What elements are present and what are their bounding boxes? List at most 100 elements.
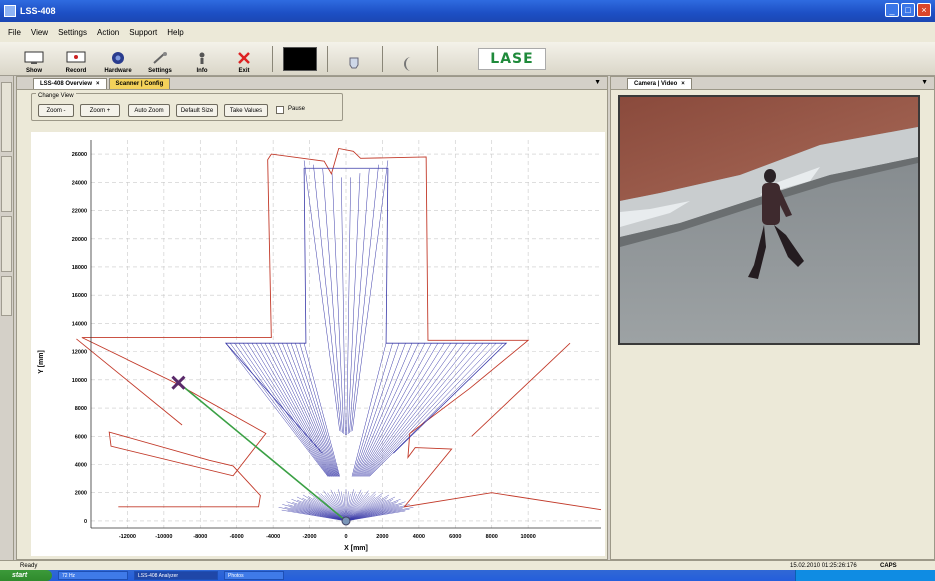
- status-ready: Ready: [20, 562, 38, 569]
- scan-beam: [367, 343, 490, 477]
- side-panel-tabs: [0, 76, 14, 560]
- exit-icon: [234, 50, 254, 66]
- side-tab-2[interactable]: [1, 156, 12, 212]
- scan-beam: [349, 168, 370, 433]
- record-icon: [66, 50, 86, 66]
- menu-support[interactable]: Support: [129, 28, 157, 37]
- toolbar-separator: [272, 45, 273, 72]
- monitor-icon: [24, 50, 44, 66]
- zoom-in-button[interactable]: Zoom +: [80, 104, 120, 117]
- tab-scanner-config[interactable]: Scanner | Config: [108, 78, 171, 89]
- y-tick-label: 0: [84, 519, 87, 525]
- side-tab-3[interactable]: [1, 216, 12, 272]
- taskbar-item[interactable]: Photos: [224, 571, 284, 580]
- menu-action[interactable]: Action: [97, 28, 119, 37]
- maximize-button[interactable]: □: [901, 3, 915, 17]
- title-bar: LSS-408 _ □ ×: [0, 0, 935, 22]
- pause-checkbox[interactable]: [276, 106, 284, 114]
- x-tick-label: 8000: [486, 534, 498, 540]
- y-axis-label: Y [mm]: [38, 350, 45, 374]
- scan-beam: [369, 342, 503, 477]
- exit-button[interactable]: Exit: [224, 44, 264, 74]
- tab-camera-video[interactable]: Camera | Video ×: [627, 78, 692, 89]
- auto-zoom-button[interactable]: Auto Zoom: [128, 104, 170, 117]
- menu-view[interactable]: View: [31, 28, 48, 37]
- lase-logo: LASE: [478, 47, 546, 70]
- x-tick-label: -4000: [266, 534, 280, 540]
- scan-beam: [357, 343, 426, 477]
- plot-grid: [91, 140, 601, 528]
- scan-beam: [264, 343, 335, 477]
- x-tick-label: 4000: [413, 534, 425, 540]
- pane-menu-arrow-icon[interactable]: ▼: [921, 79, 928, 86]
- info-button[interactable]: Info: [182, 44, 222, 74]
- moon-button[interactable]: [389, 44, 429, 74]
- minimize-button[interactable]: _: [885, 3, 899, 17]
- contour-line: [471, 342, 571, 437]
- close-tab-icon[interactable]: ×: [681, 81, 685, 87]
- scan-contour: [76, 147, 602, 511]
- light-button[interactable]: [334, 44, 374, 74]
- close-button[interactable]: ×: [917, 3, 931, 17]
- default-size-button[interactable]: Default Size: [176, 104, 218, 117]
- settings-icon: [150, 50, 170, 66]
- scan-beam: [322, 168, 343, 433]
- window-title: LSS-408: [20, 6, 56, 16]
- pane-menu-arrow-icon[interactable]: ▼: [594, 79, 601, 86]
- scan-plot[interactable]: -12000 -10000 -8000 -6000 -4000 -2000 0 2000 400…: [31, 132, 605, 556]
- x-tick-label: -8000: [193, 534, 207, 540]
- side-tab-1[interactable]: [1, 82, 12, 152]
- x-axis-label: X [mm]: [344, 545, 368, 552]
- scan-plot-svg[interactable]: -12000 -10000 -8000 -6000 -4000 -2000 0 2000 400…: [31, 132, 605, 556]
- show-button[interactable]: Show: [14, 44, 54, 74]
- menu-file[interactable]: File: [8, 28, 21, 37]
- status-caps: CAPS: [880, 562, 897, 569]
- taskbar-item[interactable]: 72 Hz: [58, 571, 128, 580]
- menu-bar: File View Settings Action Support Help: [0, 22, 935, 42]
- light-bulb-icon: [344, 56, 364, 72]
- contour-line: [81, 147, 602, 511]
- change-view-group: Change View Zoom - Zoom + Auto Zoom Defa…: [31, 93, 343, 121]
- tab-overview[interactable]: LSS-408 Overview ×: [33, 78, 107, 89]
- scan-beam: [273, 343, 336, 477]
- scan-beam: [351, 343, 387, 477]
- camera-video-feed[interactable]: [618, 95, 920, 345]
- menu-settings[interactable]: Settings: [58, 28, 87, 37]
- x-tick-label: -10000: [155, 534, 172, 540]
- x-tick-label: -6000: [230, 534, 244, 540]
- scan-preview-thumbnail[interactable]: [283, 46, 317, 71]
- y-tick-label: 14000: [72, 321, 87, 327]
- hardware-button[interactable]: Hardware: [98, 44, 138, 74]
- scan-beam: [313, 164, 342, 432]
- camera-tabstrip: Camera | Video ×: [611, 77, 934, 90]
- scan-beam: [247, 343, 332, 477]
- scan-beam: [225, 343, 329, 477]
- scan-beam: [346, 177, 351, 436]
- x-tick-label: 2000: [376, 534, 388, 540]
- scan-beam: [352, 343, 393, 477]
- x-tick-label: -12000: [119, 534, 136, 540]
- take-values-button[interactable]: Take Values: [224, 104, 268, 117]
- scan-beam: [358, 343, 432, 477]
- zoom-out-button[interactable]: Zoom -: [38, 104, 74, 117]
- scan-beam: [229, 343, 329, 477]
- side-tab-4[interactable]: [1, 276, 12, 316]
- hardware-icon: [108, 50, 128, 66]
- x-tick-label: 10000: [520, 534, 535, 540]
- y-tick-label: 8000: [75, 406, 87, 412]
- record-button[interactable]: Record: [56, 44, 96, 74]
- close-tab-icon[interactable]: ×: [96, 81, 100, 87]
- y-tick-label: 20000: [72, 237, 87, 243]
- start-button[interactable]: start: [0, 570, 52, 581]
- scan-beam: [234, 343, 330, 477]
- settings-button[interactable]: Settings: [140, 44, 180, 74]
- x-tick-label: 6000: [449, 534, 461, 540]
- toolbar-separator: [382, 45, 383, 72]
- change-view-legend: Change View: [36, 93, 76, 99]
- info-icon: [192, 50, 212, 66]
- pause-label: Pause: [288, 106, 306, 112]
- y-tick-label: 4000: [75, 463, 87, 469]
- system-tray: [795, 570, 935, 581]
- menu-help[interactable]: Help: [167, 28, 183, 37]
- taskbar-item[interactable]: LSS-408 Analyzer: [134, 571, 218, 580]
